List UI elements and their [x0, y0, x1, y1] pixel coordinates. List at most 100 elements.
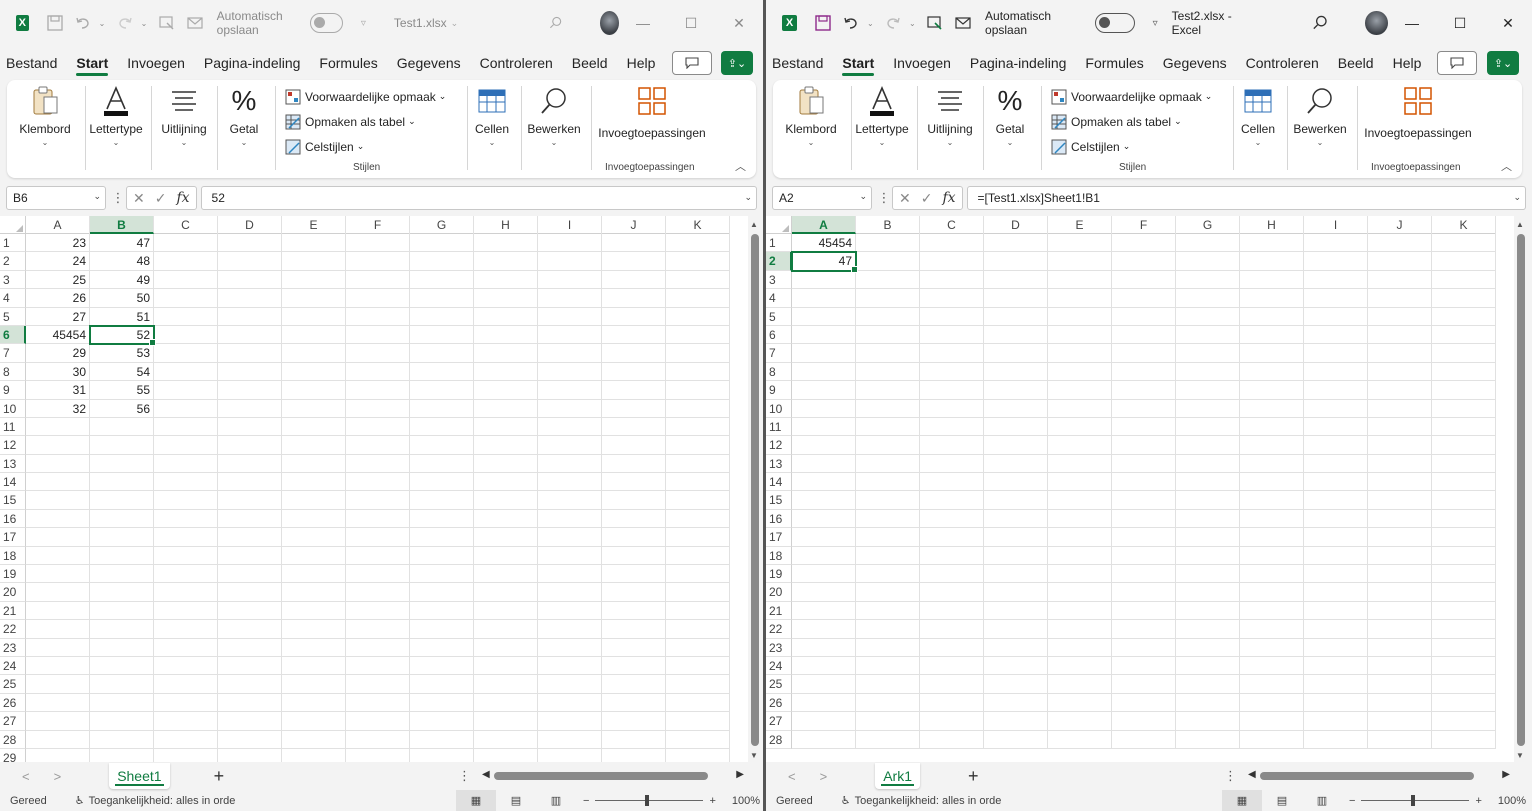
row-header[interactable]: 10 — [0, 399, 26, 418]
cell-k25[interactable] — [666, 675, 730, 694]
cell-a19[interactable] — [26, 565, 90, 584]
cell-e12[interactable] — [282, 436, 346, 455]
cell-j12[interactable] — [602, 436, 666, 455]
cell-c11[interactable] — [920, 417, 984, 437]
cell-d2[interactable] — [984, 252, 1048, 271]
cell-h2[interactable] — [474, 252, 538, 271]
cell-g26[interactable] — [1176, 693, 1240, 713]
cell-e26[interactable] — [1048, 693, 1112, 713]
cell-a21[interactable] — [792, 601, 856, 621]
avatar[interactable] — [1365, 11, 1388, 35]
cell-i24[interactable] — [1304, 656, 1368, 676]
cell-c2[interactable] — [154, 252, 218, 271]
cell-g8[interactable] — [410, 362, 474, 382]
cell-a3[interactable]: 25 — [26, 270, 90, 290]
zoom-level[interactable]: 100% — [732, 795, 760, 807]
cell-i25[interactable] — [538, 675, 602, 694]
cell-c1[interactable] — [920, 234, 984, 253]
cell-h14[interactable] — [1240, 473, 1304, 492]
row-header[interactable]: 11 — [766, 417, 792, 437]
cell-d16[interactable] — [218, 509, 282, 529]
cell-f19[interactable] — [1112, 565, 1176, 584]
cell-a9[interactable] — [792, 381, 856, 400]
conditional-format-button[interactable]: Voorwaardelijke opmaak ⌄ — [1051, 84, 1212, 109]
cell-f20[interactable] — [346, 583, 410, 602]
cell-i21[interactable] — [1304, 601, 1368, 621]
row-header[interactable]: 23 — [0, 638, 26, 657]
comments-button[interactable] — [672, 51, 712, 75]
cell-f11[interactable] — [346, 417, 410, 437]
cell-g28[interactable] — [1176, 730, 1240, 749]
cell-c15[interactable] — [154, 491, 218, 510]
cell-k28[interactable] — [1432, 730, 1496, 749]
cell-g15[interactable] — [1176, 491, 1240, 510]
page-break-view-icon[interactable]: ▥ — [1302, 790, 1342, 811]
cell-c27[interactable] — [154, 712, 218, 731]
cell-h15[interactable] — [474, 491, 538, 510]
row-header[interactable]: 25 — [0, 675, 26, 694]
cell-d28[interactable] — [218, 730, 282, 749]
formula-input[interactable]: 52 ⌄ — [200, 186, 757, 210]
cell-f2[interactable] — [346, 252, 410, 271]
cell-k7[interactable] — [666, 344, 730, 363]
cell-k20[interactable] — [666, 583, 730, 602]
tab-invoegen[interactable]: Invoegen — [893, 55, 951, 71]
cell-b2[interactable] — [856, 252, 920, 271]
spreadsheet-grid[interactable]: ABCDEFGHIJK 1 23 47 2 24 48 3 25 49 4 26 50 5 27 51 6 45… — [0, 216, 748, 762]
cell-h9[interactable] — [474, 381, 538, 400]
cell-a16[interactable] — [792, 509, 856, 529]
cell-k10[interactable] — [666, 399, 730, 418]
cell-c24[interactable] — [154, 656, 218, 676]
cell-j16[interactable] — [1368, 509, 1432, 529]
add-sheet-icon[interactable]: + — [968, 766, 979, 787]
cell-e22[interactable] — [282, 620, 346, 639]
cell-g14[interactable] — [1176, 473, 1240, 492]
cell-f14[interactable] — [1112, 473, 1176, 492]
row-header[interactable]: 14 — [766, 473, 792, 492]
cell-k4[interactable] — [666, 289, 730, 308]
cell-e16[interactable] — [282, 509, 346, 529]
row-header[interactable]: 1 — [0, 234, 26, 253]
cell-e14[interactable] — [1048, 473, 1112, 492]
cell-k11[interactable] — [1432, 417, 1496, 437]
cell-a18[interactable] — [792, 546, 856, 566]
cell-c7[interactable] — [920, 344, 984, 363]
cell-h28[interactable] — [1240, 730, 1304, 749]
autosave-toggle[interactable] — [1095, 13, 1135, 33]
cell-e17[interactable] — [1048, 528, 1112, 547]
cell-d25[interactable] — [984, 675, 1048, 694]
cell-h10[interactable] — [474, 399, 538, 418]
cell-j29[interactable] — [602, 748, 666, 762]
cell-i2[interactable] — [538, 252, 602, 271]
cell-d24[interactable] — [984, 656, 1048, 676]
cell-i22[interactable] — [1304, 620, 1368, 639]
cell-f18[interactable] — [1112, 546, 1176, 566]
cell-d18[interactable] — [984, 546, 1048, 566]
cell-k11[interactable] — [666, 417, 730, 437]
cell-k17[interactable] — [666, 528, 730, 547]
cell-i25[interactable] — [1304, 675, 1368, 694]
cell-g13[interactable] — [1176, 454, 1240, 474]
cell-b8[interactable]: 54 — [90, 362, 154, 382]
cell-j12[interactable] — [1368, 436, 1432, 455]
cell-a24[interactable] — [26, 656, 90, 676]
format-as-table-button[interactable]: Opmaken als tabel ⌄ — [285, 109, 446, 134]
cell-h21[interactable] — [474, 601, 538, 621]
cell-f8[interactable] — [346, 362, 410, 382]
column-header-g[interactable]: G — [410, 216, 474, 234]
row-header[interactable]: 13 — [0, 454, 26, 474]
cell-f5[interactable] — [346, 307, 410, 326]
row-header[interactable]: 9 — [0, 381, 26, 400]
cell-a4[interactable]: 26 — [26, 289, 90, 308]
tab-invoegen[interactable]: Invoegen — [127, 55, 185, 71]
cell-e25[interactable] — [1048, 675, 1112, 694]
cell-i15[interactable] — [1304, 491, 1368, 510]
cell-j20[interactable] — [602, 583, 666, 602]
cell-k10[interactable] — [1432, 399, 1496, 418]
cell-a8[interactable]: 30 — [26, 362, 90, 382]
more-options-icon[interactable]: ⋮ — [110, 190, 126, 206]
column-header-i[interactable]: I — [1304, 216, 1368, 234]
cell-h18[interactable] — [474, 546, 538, 566]
cell-a15[interactable] — [792, 491, 856, 510]
cell-a10[interactable]: 32 — [26, 399, 90, 418]
